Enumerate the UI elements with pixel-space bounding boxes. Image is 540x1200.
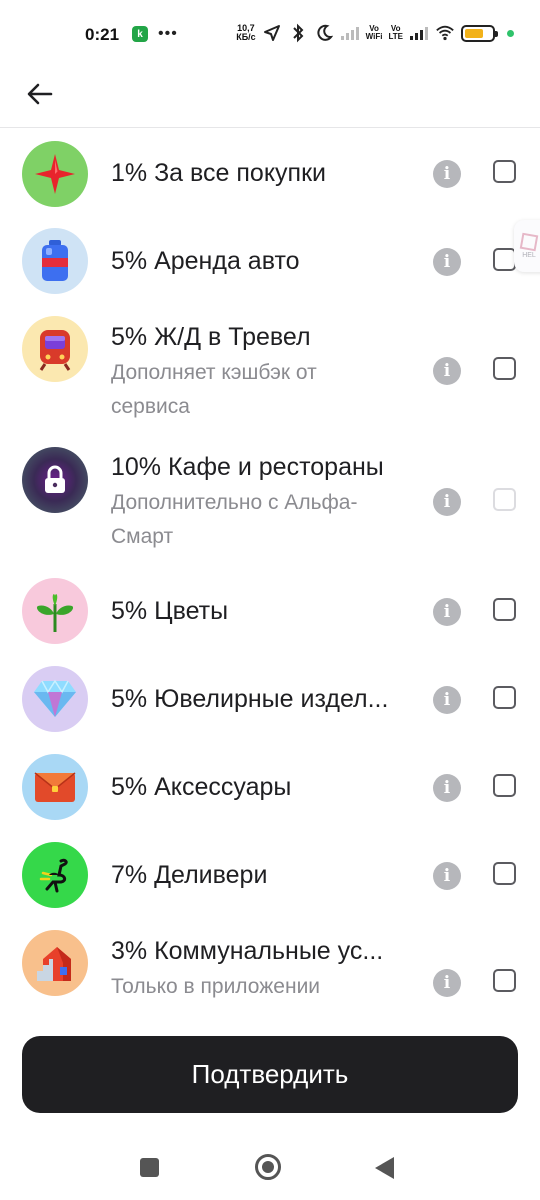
wifi-icon: [435, 23, 455, 43]
category-avatar: [22, 316, 88, 382]
cashback-category-list[interactable]: 1% За все покупки i 5% Аренда авто i 5% …: [0, 129, 540, 1014]
house-icon: [37, 947, 71, 981]
list-item[interactable]: 7% Деливери i: [0, 831, 540, 919]
category-avatar: [22, 754, 88, 820]
signal-weak-icon: [340, 23, 360, 43]
moon-icon: [314, 23, 334, 43]
more-notifications-icon: •••: [158, 25, 178, 42]
category-title: 3% Коммунальные ус...: [111, 937, 384, 965]
kaspersky-icon: k: [132, 26, 148, 42]
lock-icon: [45, 465, 65, 493]
category-subtitle: Только в приложении: [111, 975, 321, 998]
battery-level: [465, 28, 484, 38]
info-icon[interactable]: i: [433, 488, 461, 516]
back-button[interactable]: [20, 74, 60, 114]
category-subtitle: Дополняет кэшбэк от сервиса: [111, 361, 317, 418]
info-icon[interactable]: i: [433, 686, 461, 714]
list-item[interactable]: 1% За все покупки i: [0, 129, 540, 217]
star-icon: [35, 154, 75, 194]
category-title: 5% Цветы: [111, 597, 229, 625]
list-item[interactable]: 10% Кафе и рестораны Дополнительно с Аль…: [0, 435, 540, 567]
info-icon[interactable]: i: [433, 248, 461, 276]
info-icon[interactable]: i: [433, 862, 461, 890]
category-checkbox[interactable]: [493, 862, 516, 885]
category-avatar: [22, 842, 88, 908]
gas-can-icon: [42, 240, 68, 281]
category-subtitle: Дополнительно с Альфа-Смарт: [111, 491, 358, 548]
category-title: 5% Аксессуары: [111, 773, 292, 801]
diamond-icon: [34, 679, 76, 717]
cube-icon: [519, 232, 539, 251]
category-title: 7% Деливери: [111, 861, 268, 889]
bluetooth-icon: [288, 23, 308, 43]
bag-icon: [34, 772, 76, 802]
category-title: 5% Ж/Д в Тревел: [111, 323, 311, 351]
confirm-button[interactable]: Подтвердить: [22, 1036, 518, 1113]
volte-icon: Vo LTE: [388, 24, 403, 41]
category-checkbox: [493, 488, 516, 511]
home-icon[interactable]: [255, 1154, 281, 1180]
category-title: 10% Кафе и рестораны: [111, 453, 384, 481]
status-icons: 10,7 КБ/с Vo WiFi Vo LTE: [236, 23, 514, 43]
network-speed: 10,7 КБ/с: [236, 23, 256, 42]
info-icon[interactable]: i: [433, 598, 461, 626]
info-icon[interactable]: i: [433, 774, 461, 802]
arrow-left-icon: [27, 83, 53, 105]
category-title: 1% За все покупки: [111, 159, 326, 187]
train-icon: [39, 330, 71, 371]
category-avatar: [22, 666, 88, 732]
header: [0, 70, 540, 128]
help-widget[interactable]: HEL: [514, 220, 540, 272]
category-checkbox[interactable]: [493, 774, 516, 797]
status-bar: 0:21 k ••• 10,7 КБ/с Vo WiFi Vo LTE: [0, 0, 540, 70]
info-icon[interactable]: i: [433, 969, 461, 997]
category-avatar: [22, 930, 88, 996]
category-checkbox[interactable]: [493, 598, 516, 621]
category-avatar: [22, 228, 88, 294]
category-checkbox[interactable]: [493, 248, 516, 271]
ostrich-icon: [39, 858, 68, 893]
back-triangle-icon[interactable]: [375, 1157, 394, 1179]
privacy-indicator-dot: [507, 29, 514, 37]
sprout-icon: [36, 594, 74, 632]
category-avatar: [22, 141, 88, 207]
category-checkbox[interactable]: [493, 969, 516, 992]
signal-icon: [409, 23, 429, 43]
info-icon[interactable]: i: [433, 160, 461, 188]
recent-apps-icon[interactable]: [140, 1158, 159, 1177]
category-avatar: [22, 447, 88, 513]
list-item[interactable]: 3% Коммунальные ус... Только в приложени…: [0, 919, 540, 1014]
category-avatar: [22, 578, 88, 644]
category-checkbox[interactable]: [493, 357, 516, 380]
category-checkbox[interactable]: [493, 160, 516, 183]
category-title: 5% Ювелирные издел...: [111, 685, 389, 713]
vowifi-icon: Vo WiFi: [365, 24, 383, 41]
list-item[interactable]: 5% Ювелирные издел... i: [0, 655, 540, 743]
info-icon[interactable]: i: [433, 357, 461, 385]
list-item[interactable]: 5% Аренда авто i: [0, 217, 540, 305]
system-nav-bar: [0, 1130, 540, 1200]
list-item[interactable]: 5% Цветы i: [0, 567, 540, 655]
list-item[interactable]: 5% Ж/Д в Тревел Дополняет кэшбэк от серв…: [0, 305, 540, 435]
category-checkbox[interactable]: [493, 686, 516, 709]
category-title: 5% Аренда авто: [111, 247, 300, 275]
status-time: 0:21: [85, 25, 120, 44]
help-widget-label: HEL: [522, 251, 536, 259]
battery-icon: [461, 24, 498, 42]
list-item[interactable]: 5% Аксессуары i: [0, 743, 540, 831]
location-icon: [262, 23, 282, 43]
